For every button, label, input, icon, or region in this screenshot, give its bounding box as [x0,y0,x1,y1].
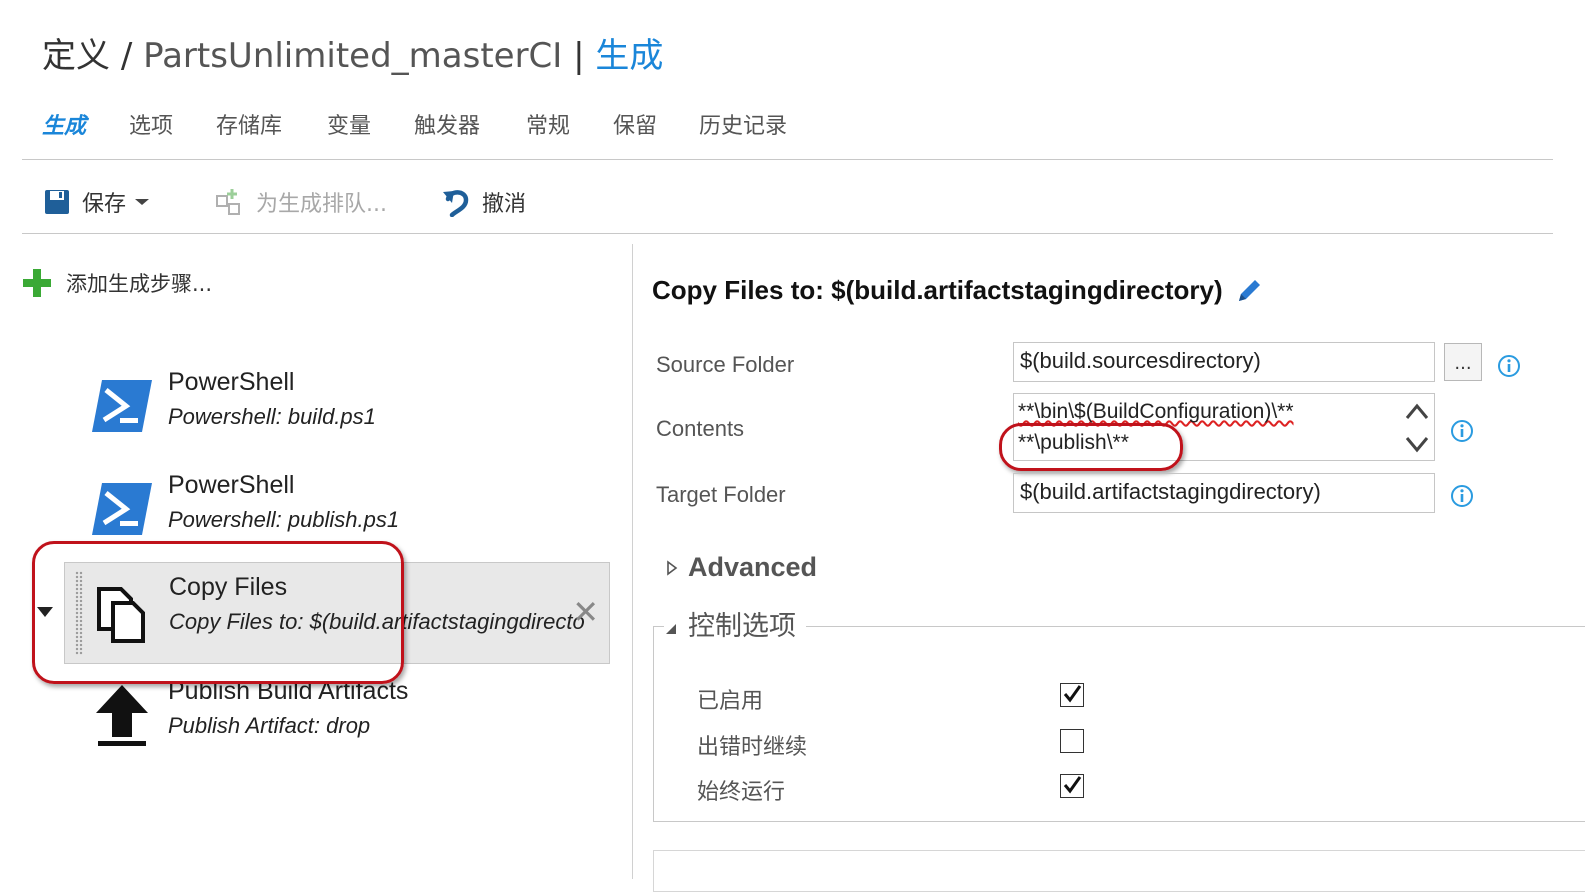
tabs-divider [22,159,1553,160]
continue-on-error-checkbox[interactable] [1060,729,1084,753]
step-description: Publish Artifact: drop [168,713,371,738]
control-options-header[interactable]: 控制选项 [664,604,806,643]
queue-build-button[interactable]: 为生成排队... [214,184,387,220]
step-name: PowerShell [168,471,295,499]
copy-files-icon [97,587,145,643]
breadcrumb-separator: / [120,36,133,76]
tab-variables[interactable]: 变量 [327,108,371,140]
task-title-text: Copy Files to: $(build.artifactstagingdi… [652,275,1223,305]
checkmark-icon [1063,776,1082,794]
step-description: Copy Files to: $(build.artifactstagingdi… [169,609,585,634]
current-section: 生成 [595,36,664,76]
tab-history[interactable]: 历史记录 [699,108,787,140]
option-label: 已启用 [697,689,764,714]
undo-icon [443,190,469,217]
save-button[interactable]: 保存 [44,184,162,220]
checkmark-icon [1063,685,1082,703]
chevron-up-icon[interactable] [1404,400,1430,424]
queue-build-icon [216,189,240,215]
next-section-box [653,850,1585,892]
info-icon[interactable] [1450,419,1474,443]
caret-down-icon [666,623,676,634]
source-folder-label: Source Folder [656,352,795,377]
build-step-item[interactable]: Publish Build Artifacts Publish Artifact… [64,667,610,767]
definition-name: PartsUnlimited_masterCI [143,36,563,76]
contents-textarea[interactable]: **\bin\$(BuildConfiguration)\** **\publi… [1013,393,1435,461]
task-title: Copy Files to: $(build.artifactstagingdi… [652,275,1263,306]
contents-label: Contents [656,416,745,441]
advanced-label: Advanced [688,552,818,582]
title-pipe: | [573,36,585,76]
contents-line: **\publish\** [1018,431,1129,454]
control-options-label: 控制选项 [688,611,796,642]
info-icon[interactable] [1497,354,1521,378]
caret-right-icon [667,559,678,576]
tab-retention[interactable]: 保留 [613,108,657,140]
option-label: 出错时继续 [697,735,808,760]
toolbar-divider [22,233,1553,234]
undo-button[interactable]: 撤消 [442,184,526,220]
page-title: 定义 / PartsUnlimited_masterCI | 生成 [42,28,663,77]
add-build-step-label: 添加生成步骤... [66,272,213,296]
step-description: Powershell: publish.ps1 [168,507,400,532]
add-build-step-button[interactable]: 添加生成步骤... [22,268,212,298]
tab-triggers[interactable]: 触发器 [414,108,480,140]
target-folder-input[interactable]: $(build.artifactstagingdirectory) [1013,473,1435,513]
source-folder-input[interactable]: $(build.sourcesdirectory) [1013,342,1435,382]
control-options-group [653,626,1585,822]
step-description: Powershell: build.ps1 [168,404,376,429]
powershell-icon [92,380,152,432]
plus-icon [23,269,51,297]
remove-step-icon[interactable]: ✕ [572,593,599,631]
target-folder-label: Target Folder [656,482,786,507]
save-icon [45,190,69,214]
build-step-item[interactable]: PowerShell Powershell: publish.ps1 [64,461,610,561]
contents-line: **\bin\$(BuildConfiguration)\** [1018,400,1294,423]
advanced-section-header[interactable]: Advanced [666,552,817,583]
always-run-checkbox[interactable] [1060,774,1084,798]
browse-button[interactable]: ... [1444,343,1482,381]
tab-general[interactable]: 常规 [526,108,570,140]
step-name: Publish Build Artifacts [168,677,409,705]
option-label: 始终运行 [697,780,786,805]
tab-options[interactable]: 选项 [129,108,173,140]
undo-label: 撤消 [482,192,527,217]
step-name: Copy Files [169,573,288,601]
chevron-down-icon[interactable] [134,197,150,207]
tab-build[interactable]: 生成 [42,108,86,140]
enabled-checkbox[interactable] [1060,683,1084,707]
pencil-icon[interactable] [1235,277,1263,305]
step-name: PowerShell [168,368,295,396]
panel-splitter[interactable] [632,244,633,879]
chevron-down-icon[interactable] [1404,432,1430,456]
info-icon[interactable] [1450,484,1474,508]
selected-step-indicator-icon [37,607,53,617]
build-step-item[interactable]: PowerShell Powershell: build.ps1 [64,358,610,458]
tab-repository[interactable]: 存储库 [216,108,282,140]
upload-icon [96,685,148,746]
drag-handle[interactable] [75,571,83,655]
build-step-item-selected[interactable]: Copy Files Copy Files to: $(build.artifa… [64,562,610,664]
save-label: 保存 [82,192,127,217]
breadcrumb-root[interactable]: 定义 [42,36,110,76]
powershell-icon [92,483,152,535]
queue-build-label: 为生成排队... [256,192,387,217]
